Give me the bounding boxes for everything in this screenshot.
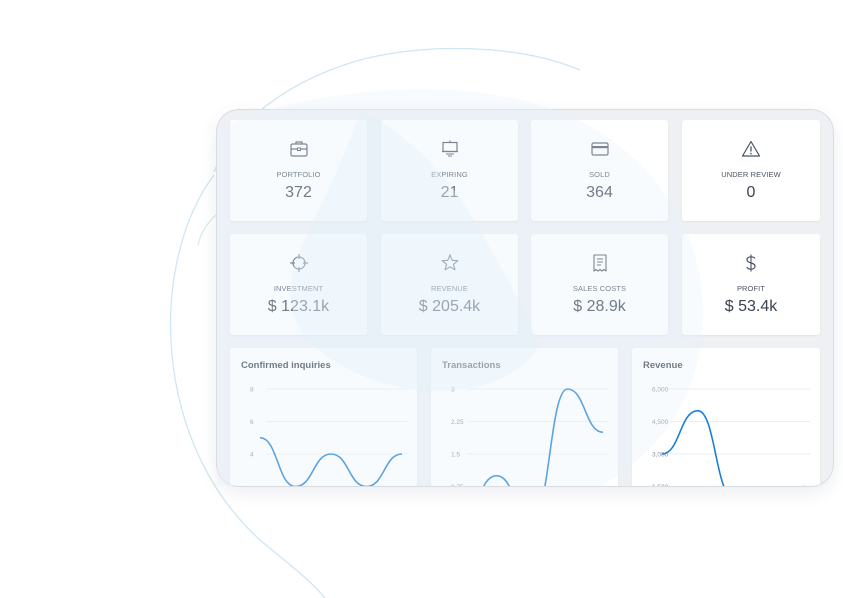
briefcase-icon [288, 138, 310, 160]
transactions-plot: 3 2.25 1.5 0.75 [451, 387, 608, 486]
stat-value: 0 [746, 184, 756, 201]
series-line [259, 436, 403, 486]
stat-label: SOLD [589, 170, 610, 179]
y-tick-label: 6 [250, 419, 254, 426]
y-tick-label: 0.75 [451, 484, 464, 486]
series-line [482, 388, 604, 486]
stat-card-portfolio[interactable]: PORTFOLIO 372 [230, 120, 367, 221]
star-icon [439, 252, 461, 274]
stat-value: $ 28.9k [573, 298, 626, 315]
crosshair-icon [288, 252, 310, 274]
stat-label: INVESTMENT [273, 284, 324, 293]
chart-card-revenue[interactable]: Revenue 6,000 4,500 3,000 1,500 [632, 348, 820, 486]
dollar-icon [740, 252, 762, 274]
revenue-plot: 6,0004,5003,0001,500 [652, 387, 810, 486]
stat-label: PROFIT [736, 284, 766, 293]
chart-card-transactions[interactable]: Transactions 3 2.25 1.5 0.75 [431, 348, 618, 486]
stat-label: REVENUE [431, 284, 468, 293]
y-tick-label: 4 [250, 452, 254, 459]
stat-label: PORTFOLIO [276, 170, 321, 179]
stat-card-investment[interactable]: INVESTMENT $ 123.1k [230, 234, 367, 335]
stat-label: UNDER REVIEW [721, 170, 781, 179]
stat-card-sales-costs[interactable]: SALES COSTS $ 28.9k [531, 234, 668, 335]
y-tick-label: 1.5 [451, 452, 460, 459]
y-tick-label: 4,500 [652, 419, 669, 426]
y-tick-label: 3 [451, 387, 455, 394]
stat-value: $ 205.4k [418, 298, 481, 315]
stat-value: 21 [440, 184, 459, 201]
stat-value: $ 53.4k [724, 298, 778, 315]
y-tick-label: 2.25 [451, 419, 464, 426]
warning-triangle-icon [740, 138, 762, 160]
chart-card-confirmed-inquiries[interactable]: Confirmed inquiries 864 [230, 348, 417, 486]
y-tick-label: 8 [250, 387, 254, 394]
stat-label: EXPIRING [431, 170, 468, 179]
stat-card-revenue[interactable]: REVENUE $ 205.4k [381, 234, 518, 335]
stat-card-sold[interactable]: SOLD 364 [531, 120, 668, 221]
stat-label: SALES COSTS [572, 284, 627, 293]
presentation-board-icon [439, 138, 461, 160]
y-tick-label: 1,500 [652, 484, 669, 486]
dashboard-window: PORTFOLIO 372 EXPIRING 21 SOLD 364 UNDER… [217, 110, 833, 486]
receipt-icon [589, 252, 611, 274]
stat-card-profit[interactable]: PROFIT $ 53.4k [682, 234, 820, 335]
confirmed-inquiries-plot: 8 6 4 [250, 387, 407, 486]
stat-value: 364 [586, 184, 613, 201]
y-tick-label: 6,000 [652, 387, 669, 394]
stat-card-expiring[interactable]: EXPIRING 21 [381, 120, 518, 221]
stat-card-under-review[interactable]: UNDER REVIEW 0 [682, 120, 820, 221]
credit-card-icon [589, 138, 611, 160]
stat-value: 372 [285, 184, 312, 201]
stat-value: $ 123.1k [267, 298, 330, 315]
